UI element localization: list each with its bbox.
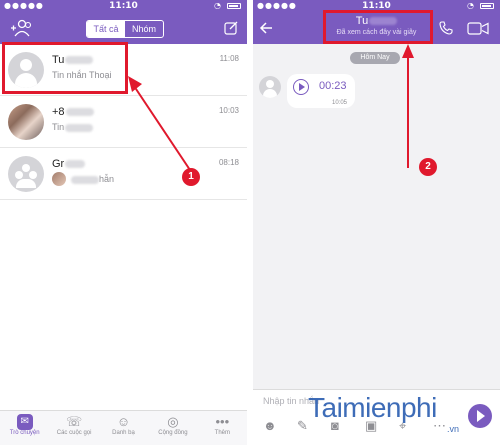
arrow-annotation bbox=[128, 76, 191, 171]
contact-name: +8 bbox=[52, 106, 65, 118]
phone-call-icon[interactable] bbox=[439, 21, 453, 35]
tab-groups[interactable]: Nhóm bbox=[125, 21, 163, 37]
message-time: 10:03 bbox=[218, 106, 239, 115]
message-time: 08:18 bbox=[218, 158, 239, 167]
blurred-preview bbox=[71, 175, 99, 184]
tab-label: Danh bạ bbox=[112, 430, 135, 436]
tab-contacts[interactable]: ☺ Danh bạ bbox=[99, 411, 148, 445]
chat-list-screen: ●●●●● 11:10 ◔ Tất cả Nhóm Tu Tin nhắn Th… bbox=[0, 0, 247, 445]
arrow-annotation bbox=[402, 44, 414, 168]
bottom-tab-bar: ✉ Trò chuyện ☏ Các cuộc gọi ☺ Danh bạ ◎ Cộng… bbox=[0, 410, 247, 445]
message-preview: hẫn bbox=[99, 174, 115, 184]
sticker-icon[interactable]: ☻ bbox=[263, 418, 277, 433]
chat-list-navbar: Tất cả Nhóm bbox=[0, 12, 247, 44]
more-icon: ••• bbox=[215, 414, 230, 429]
step-marker-1: 1 bbox=[182, 168, 200, 186]
conversation-screen: ●●●●● 11:10 ◔ Tu Đã xem cách đây vài giâ… bbox=[253, 0, 500, 445]
status-bar: ●●●●● 11:10 ◔ bbox=[0, 0, 247, 12]
doodle-icon[interactable]: ✎ bbox=[297, 418, 308, 434]
tab-more[interactable]: ••• Thêm bbox=[198, 411, 247, 445]
community-icon: ◎ bbox=[167, 414, 179, 429]
step-marker-2: 2 bbox=[419, 158, 437, 176]
wifi-icon: ◔ bbox=[467, 1, 474, 10]
tab-all[interactable]: Tất cả bbox=[87, 21, 125, 37]
blurred-preview bbox=[65, 123, 94, 132]
chat-filter-segment: Tất cả Nhóm bbox=[86, 20, 164, 38]
voice-duration: 00:23 bbox=[319, 80, 347, 92]
message-time: 11:08 bbox=[219, 54, 239, 63]
highlight-box bbox=[323, 10, 433, 44]
highlight-box bbox=[2, 42, 128, 94]
chat-bubble-icon: ✉ bbox=[16, 414, 33, 430]
message-time: 10:05 bbox=[331, 100, 347, 106]
voice-send-button[interactable] bbox=[468, 404, 492, 428]
watermark-domain: .vn bbox=[447, 424, 460, 434]
date-separator: Hôm Nay bbox=[350, 52, 400, 64]
sender-avatar bbox=[52, 172, 66, 186]
status-time: 11:10 bbox=[109, 1, 138, 11]
tab-label: Trò chuyện bbox=[9, 430, 40, 436]
video-call-icon[interactable] bbox=[467, 22, 489, 35]
phone-icon: ☏ bbox=[65, 414, 83, 429]
message-preview: Tin bbox=[52, 122, 65, 132]
sender-avatar[interactable] bbox=[259, 76, 281, 98]
avatar bbox=[8, 104, 44, 140]
add-contact-icon[interactable] bbox=[10, 19, 32, 37]
tab-label: Các cuộc gọi bbox=[56, 430, 92, 436]
tab-community[interactable]: ◎ Cộng đồng bbox=[148, 411, 197, 445]
blurred-name bbox=[65, 108, 94, 117]
watermark-brand: Taimienphi bbox=[308, 392, 437, 423]
battery-icon bbox=[227, 3, 241, 9]
tab-label: Cộng đồng bbox=[158, 430, 188, 436]
voice-message-bubble[interactable]: 00:23 10:05 bbox=[287, 74, 355, 108]
tab-chats[interactable]: ✉ Trò chuyện bbox=[0, 411, 49, 445]
battery-icon bbox=[480, 3, 494, 9]
play-icon[interactable] bbox=[293, 79, 309, 95]
tab-calls[interactable]: ☏ Các cuộc gọi bbox=[49, 411, 98, 445]
contacts-icon: ☺ bbox=[116, 414, 131, 429]
blurred-name bbox=[65, 160, 86, 169]
group-avatar-icon bbox=[8, 156, 44, 192]
wifi-icon: ◔ bbox=[214, 1, 221, 10]
tab-label: Thêm bbox=[214, 430, 230, 436]
group-name: Gr bbox=[52, 158, 65, 170]
compose-icon[interactable] bbox=[224, 21, 238, 35]
